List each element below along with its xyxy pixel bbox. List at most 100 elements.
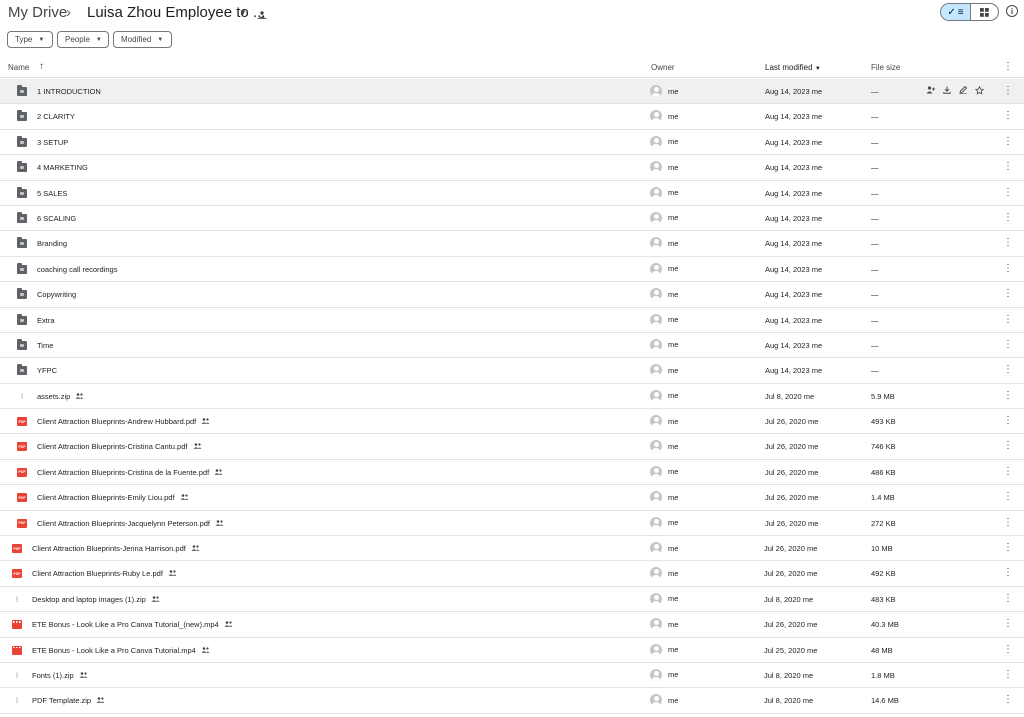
people-filter-chip[interactable]: People ▼ (57, 31, 109, 48)
more-vert-icon[interactable]: ⋮ (1003, 263, 1013, 274)
table-row[interactable]: coaching call recordings me Aug 14, 2023 m… (0, 257, 1024, 283)
table-row[interactable]: ETE Bonus - Look Like a Pro Canva Tutori… (0, 612, 1024, 638)
avatar (650, 516, 662, 529)
more-vert-icon[interactable]: ⋮ (1003, 85, 1013, 96)
table-row[interactable]: 4 MARKETING me Aug 14, 2023 me — ⋮ (0, 155, 1024, 181)
avatar (650, 313, 662, 326)
download-icon[interactable] (943, 86, 951, 95)
more-vert-icon[interactable]: ⋮ (1003, 161, 1013, 172)
more-vert-icon[interactable]: ⋮ (1003, 567, 1013, 578)
file-name-text: Client Attraction Blueprints-Cristina de… (37, 467, 210, 477)
shared-people-icon (75, 392, 84, 401)
column-file-size: File size (871, 63, 901, 72)
file-size: 1.8 MB (871, 670, 895, 680)
table-row[interactable]: Extra me Aug 14, 2023 me — ⋮ (0, 308, 1024, 333)
caret-down-icon[interactable]: ▼ (239, 8, 247, 17)
file-name: 3 SETUP (37, 138, 68, 147)
shared-people-icon (215, 519, 224, 528)
type-filter-chip[interactable]: Type ▼ (7, 31, 53, 48)
table-row[interactable]: PDF Client Attraction Blueprints-Jacquely… (0, 511, 1024, 537)
list-view-button[interactable]: ✓ ≡ (941, 4, 971, 20)
file-name: Client Attraction Blueprints-Emily Liou.… (37, 493, 189, 502)
table-row[interactable]: 5 SALES me Aug 14, 2023 me — ⋮ (0, 181, 1024, 206)
grid-view-button[interactable] (971, 4, 998, 20)
folder-icon (17, 161, 27, 173)
more-vert-icon[interactable]: ⋮ (1003, 466, 1013, 477)
more-vert-icon[interactable]: ⋮ (1003, 110, 1013, 121)
owner-cell: me (650, 643, 678, 656)
arrow-up-icon[interactable]: ↑ (39, 61, 44, 72)
more-vert-icon[interactable]: ⋮ (1003, 390, 1013, 401)
owner-cell: me (650, 592, 678, 605)
star-icon[interactable] (975, 86, 984, 95)
modified-date: Aug 14, 2023 me (765, 213, 823, 223)
table-row[interactable]: YFPC me Aug 14, 2023 me — ⋮ (0, 358, 1024, 384)
more-vert-icon[interactable]: ⋮ (1003, 187, 1013, 198)
table-row[interactable]: ⁝ assets.zip me Jul 8, 2020 me 5.9 MB ⋮ (0, 384, 1024, 410)
more-vert-icon[interactable]: ⋮ (1003, 618, 1013, 629)
rename-icon[interactable] (959, 86, 967, 95)
owner-text: me (668, 365, 679, 375)
table-row[interactable]: PDF Client Attraction Blueprints-Cristina… (0, 460, 1024, 486)
table-row[interactable]: PDF Client Attraction Blueprints-Cristina… (0, 434, 1024, 460)
table-row[interactable]: 6 SCALING me Aug 14, 2023 me — ⋮ (0, 206, 1024, 232)
table-row[interactable]: Copywriting me Aug 14, 2023 me — ⋮ (0, 282, 1024, 308)
owner-cell: me (650, 161, 678, 174)
modified-date: Aug 14, 2023 me (765, 315, 823, 325)
more-vert-icon[interactable]: ⋮ (1003, 694, 1013, 705)
modified-date: Jul 26, 2020 me (764, 620, 818, 630)
check-icon: ✓ (947, 6, 956, 18)
table-row[interactable]: ETE Bonus - Look Like a Pro Canva Tutori… (0, 638, 1024, 663)
table-row[interactable]: ⁝ Fonts (1).zip me Jul 8, 2020 me 1.8 MB ⋮ (0, 663, 1024, 689)
column-last-modified[interactable]: Last modified ▼ (765, 63, 821, 72)
more-vert-icon[interactable]: ⋮ (1003, 288, 1013, 299)
file-size: 483 KB (871, 594, 896, 604)
modified-date: Jul 26, 2020 me (765, 417, 819, 427)
owner-cell: me (650, 211, 678, 224)
file-size: — (871, 340, 879, 350)
more-vert-icon[interactable]: ⋮ (1003, 314, 1013, 325)
table-row[interactable]: ⁝ Desktop and laptop images (1).zip me Jul … (0, 587, 1024, 613)
more-vert-icon[interactable]: ⋮ (1003, 440, 1013, 451)
info-icon[interactable]: i (1006, 5, 1018, 17)
more-vert-icon[interactable]: ⋮ (1003, 237, 1013, 248)
more-vert-icon[interactable]: ⋮ (1003, 339, 1013, 350)
owner-text: me (668, 111, 679, 121)
owner-cell: me (650, 313, 679, 326)
more-vert-icon[interactable]: ⋮ (1003, 212, 1013, 223)
people-filter-label: People (65, 35, 90, 44)
table-row[interactable]: PDF Client Attraction Blueprints-Ruby Le.… (0, 561, 1024, 587)
table-row[interactable]: PDF Client Attraction Blueprints-Jenna Ha… (0, 536, 1024, 562)
more-vert-icon[interactable]: ⋮ (1003, 364, 1013, 375)
table-row[interactable]: PDF Client Attraction Blueprints-Andrew H… (0, 409, 1024, 435)
file-name-text: YFPC (37, 366, 58, 376)
more-vert-icon[interactable]: ⋮ (1003, 136, 1013, 147)
more-vert-icon[interactable]: ⋮ (1003, 517, 1013, 528)
column-name[interactable]: Name (8, 63, 29, 72)
owner-text: me (668, 315, 679, 325)
breadcrumb-my-drive[interactable]: My Drive (8, 4, 67, 21)
file-size: 272 KB (871, 518, 896, 528)
modified-filter-chip[interactable]: Modified ▼ (113, 31, 172, 48)
more-vert-icon[interactable]: ⋮ (1003, 61, 1013, 72)
file-name-text: 4 MARKETING (37, 163, 88, 173)
table-row[interactable]: Time me Aug 14, 2023 me — ⋮ (0, 333, 1024, 359)
share-icon[interactable] (926, 86, 935, 95)
table-row[interactable]: ⁝ PDF Template.zip me Jul 8, 2020 me 14.6 MB… (0, 688, 1024, 714)
more-vert-icon[interactable]: ⋮ (1003, 669, 1013, 680)
owner-text: me (668, 188, 679, 198)
more-vert-icon[interactable]: ⋮ (1003, 593, 1013, 604)
table-row[interactable]: PDF Client Attraction Blueprints-Emily Li… (0, 485, 1024, 511)
more-vert-icon[interactable]: ⋮ (1003, 491, 1013, 502)
table-row[interactable]: 3 SETUP me Aug 14, 2023 me — ⋮ (0, 130, 1024, 156)
folder-icon (17, 135, 27, 147)
table-row[interactable]: 1 INTRODUCTION me Aug 14, 2023 me — ⋮ (0, 79, 1024, 105)
more-vert-icon[interactable]: ⋮ (1003, 415, 1013, 426)
table-row[interactable]: Branding me Aug 14, 2023 me — ⋮ (0, 231, 1024, 257)
more-vert-icon[interactable]: ⋮ (1003, 644, 1013, 655)
table-row[interactable]: 2 CLARITY me Aug 14, 2023 me — ⋮ (0, 104, 1024, 130)
modified-date: Jul 8, 2020 me (764, 670, 814, 680)
file-name: 2 CLARITY (37, 112, 75, 121)
pdf-file-icon: PDF (17, 518, 27, 528)
more-vert-icon[interactable]: ⋮ (1003, 542, 1013, 553)
